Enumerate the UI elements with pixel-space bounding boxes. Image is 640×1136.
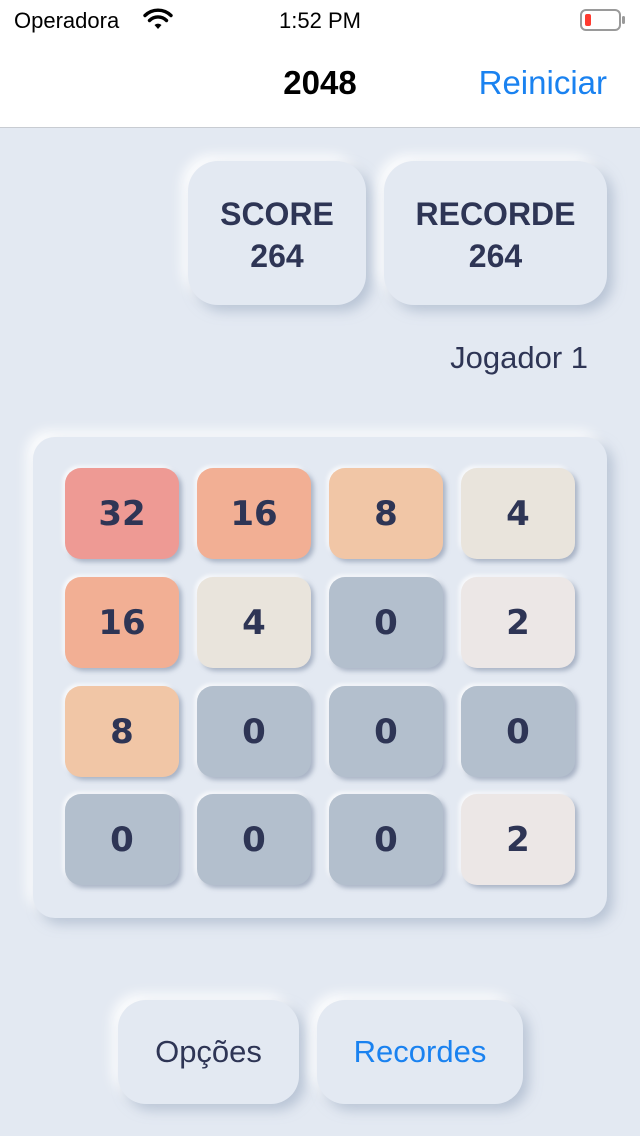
board-tile: 2: [461, 577, 575, 668]
options-button[interactable]: Opções: [118, 1000, 299, 1104]
score-value: 264: [250, 238, 304, 274]
record-value: 264: [468, 238, 523, 274]
board-tile: 8: [65, 686, 179, 777]
score-box: SCORE 264: [188, 161, 366, 305]
board-tile: 16: [65, 577, 179, 668]
board-tile: 0: [329, 577, 443, 668]
player-name: Jogador 1: [450, 340, 588, 375]
board-tile: 8: [329, 468, 443, 559]
board-tile: 2: [461, 794, 575, 885]
record-box: RECORDE 264: [384, 161, 607, 305]
nav-bar: 2048 Reiniciar: [0, 40, 640, 128]
record-label: RECORDE: [415, 196, 576, 232]
board-tile: 0: [197, 794, 311, 885]
board-tile: 0: [329, 686, 443, 777]
status-bar: Operadora 1:52 PM: [0, 0, 640, 40]
score-label: SCORE: [220, 196, 334, 232]
board-tile: 0: [65, 794, 179, 885]
game-board[interactable]: 32 16 8 4 16 4 0 2 8 0 0 0 0 0 0 2: [33, 437, 607, 918]
board-tile: 0: [329, 794, 443, 885]
board-tile: 0: [461, 686, 575, 777]
status-time: 1:52 PM: [279, 8, 361, 33]
board-tile: 16: [197, 468, 311, 559]
board-tile: 32: [65, 468, 179, 559]
board-tile: 4: [197, 577, 311, 668]
restart-button[interactable]: Reiniciar: [479, 64, 607, 102]
board-tile: 4: [461, 468, 575, 559]
records-button[interactable]: Recordes: [317, 1000, 523, 1104]
board-tile: 0: [197, 686, 311, 777]
battery-low-icon: [580, 9, 625, 31]
